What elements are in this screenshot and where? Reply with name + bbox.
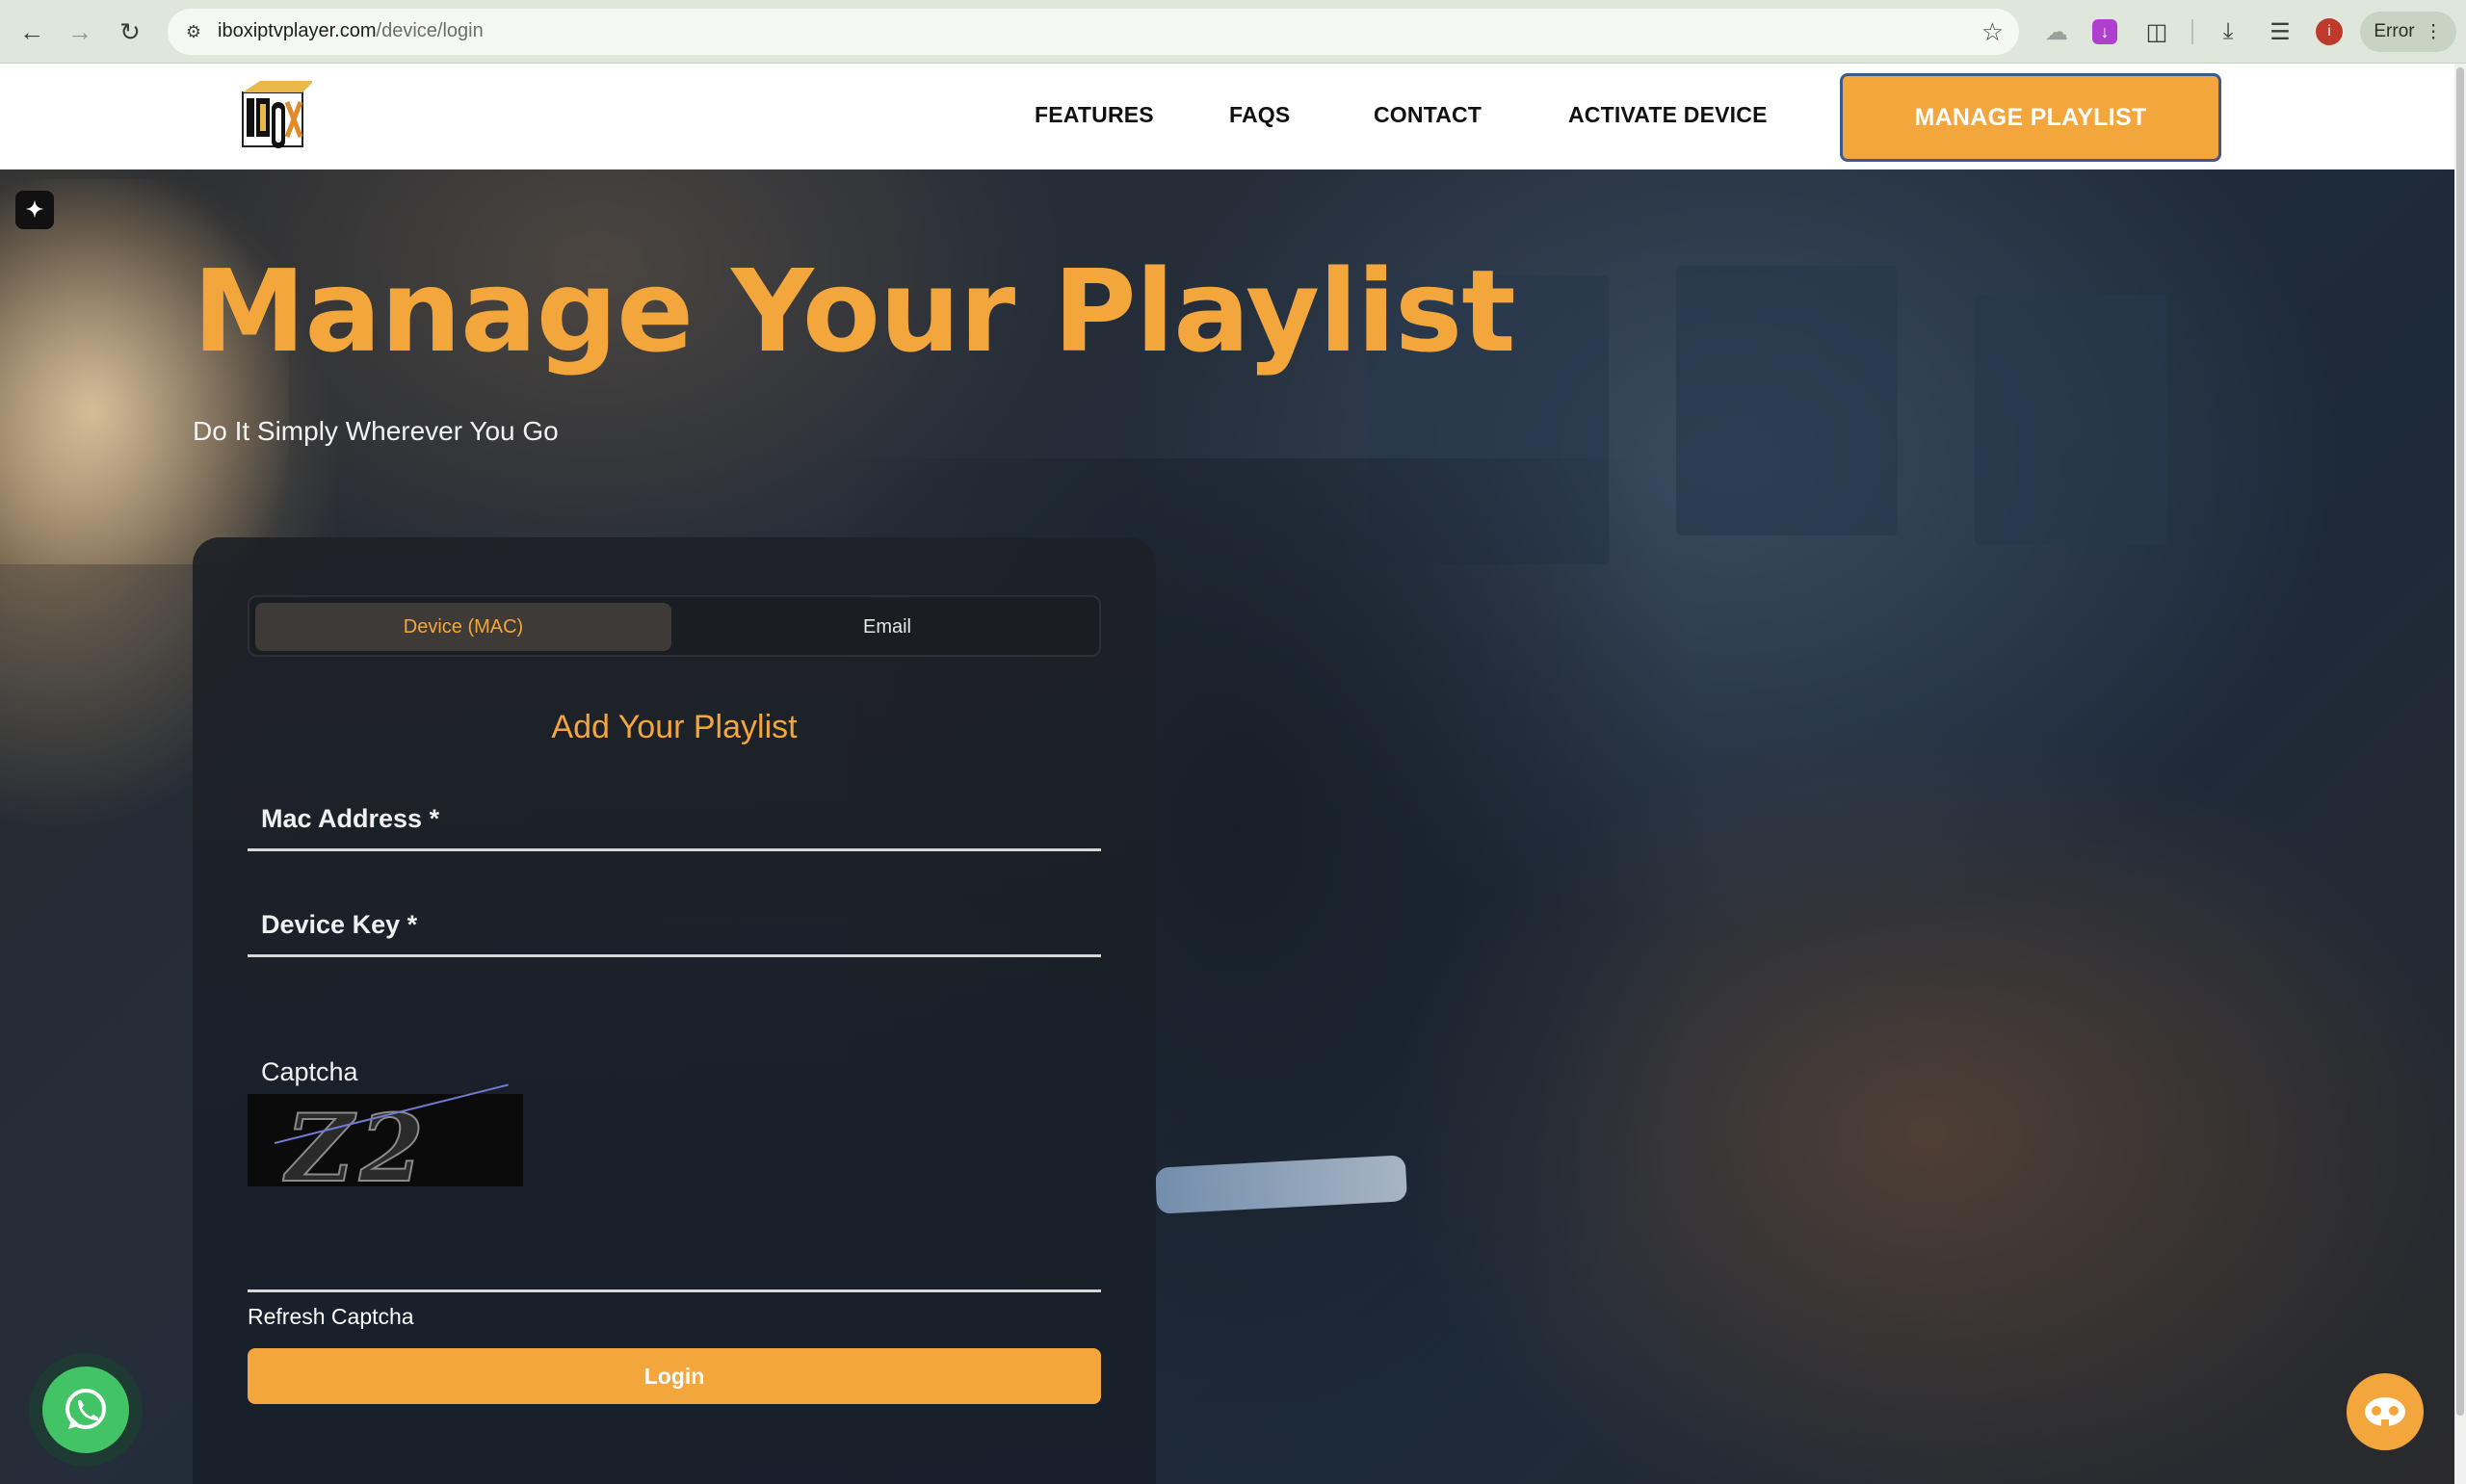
- toolbar-divider: [2191, 19, 2193, 44]
- nav-activate-device[interactable]: ACTIVATE DEVICE: [1568, 102, 1768, 128]
- captcha-label: Captcha: [261, 1057, 358, 1086]
- playlist-login-card: Device (MAC) Email Add Your Playlist Cap…: [193, 537, 1156, 1484]
- ibox-logo[interactable]: [235, 79, 312, 154]
- whatsapp-button[interactable]: [29, 1353, 143, 1467]
- mac-address-input[interactable]: [248, 790, 1101, 848]
- nav-features[interactable]: FEATURES: [1035, 102, 1154, 128]
- nav-contact[interactable]: CONTACT: [1374, 102, 1482, 128]
- downloads-icon[interactable]: ⤓: [2212, 15, 2244, 48]
- whatsapp-icon: [42, 1367, 129, 1453]
- error-label: Error: [2374, 21, 2415, 41]
- media-controls-icon[interactable]: ☰: [2264, 15, 2296, 48]
- captcha-image: Z2: [248, 1083, 523, 1204]
- login-method-tabs: Device (MAC) Email: [248, 595, 1101, 657]
- url-host: iboxiptvplayer.com: [218, 20, 377, 41]
- extension-download-manager-icon[interactable]: ↓: [2092, 19, 2117, 44]
- captcha-input[interactable]: [248, 1231, 1101, 1289]
- address-bar[interactable]: ⚙ iboxiptvplayer.com/device/login ☆: [168, 9, 2019, 55]
- nav-faqs[interactable]: FAQS: [1229, 102, 1290, 128]
- captcha-field: [248, 1231, 1101, 1292]
- bookmark-star-icon[interactable]: ☆: [1981, 17, 2004, 47]
- extensions-puzzle-icon[interactable]: ◫: [2140, 15, 2173, 48]
- chatbot-icon: [2365, 1397, 2405, 1427]
- chatbot-button[interactable]: [2347, 1373, 2424, 1450]
- wall-poster: [1975, 295, 2167, 545]
- tab-device-mac[interactable]: Device (MAC): [255, 603, 671, 651]
- tab-email[interactable]: Email: [679, 603, 1095, 651]
- manage-playlist-button[interactable]: MANAGE PLAYLIST: [1840, 73, 2221, 162]
- url-text[interactable]: iboxiptvplayer.com/device/login: [218, 20, 484, 42]
- url-path: /device/login: [376, 20, 484, 41]
- scrollbar-thumb[interactable]: [2456, 67, 2464, 1416]
- page-scrollbar[interactable]: [2454, 64, 2466, 1484]
- side-app-badge-icon[interactable]: ✦: [15, 191, 54, 229]
- site-settings-icon[interactable]: ⚙: [179, 17, 208, 46]
- extension-cloud-icon[interactable]: ☁: [2040, 15, 2073, 48]
- page-subtitle: Do It Simply Wherever You Go: [193, 416, 559, 446]
- forward-icon[interactable]: →: [62, 13, 98, 50]
- back-icon[interactable]: ←: [13, 13, 50, 50]
- device-key-field: [248, 896, 1101, 957]
- hero-section: ✦ Manage Your Playlist Do It Simply Wher…: [0, 169, 2454, 1484]
- mac-address-field: [248, 790, 1101, 851]
- profile-avatar[interactable]: i: [2316, 18, 2343, 45]
- site-header: FEATURES FAQS CONTACT ACTIVATE DEVICE MA…: [0, 64, 2454, 169]
- reload-icon[interactable]: ↻: [112, 13, 148, 50]
- login-button[interactable]: Login: [248, 1348, 1101, 1404]
- kebab-menu-icon: ⋮: [2424, 21, 2443, 42]
- browser-toolbar: ← → ↻ ⚙ iboxiptvplayer.com/device/login …: [0, 0, 2466, 64]
- page-title: Manage Your Playlist: [193, 245, 1516, 378]
- refresh-captcha-link[interactable]: Refresh Captcha: [248, 1304, 414, 1330]
- device-key-input[interactable]: [248, 896, 1101, 954]
- form-title: Add Your Playlist: [551, 709, 798, 745]
- error-menu-button[interactable]: Error ⋮: [2360, 12, 2456, 52]
